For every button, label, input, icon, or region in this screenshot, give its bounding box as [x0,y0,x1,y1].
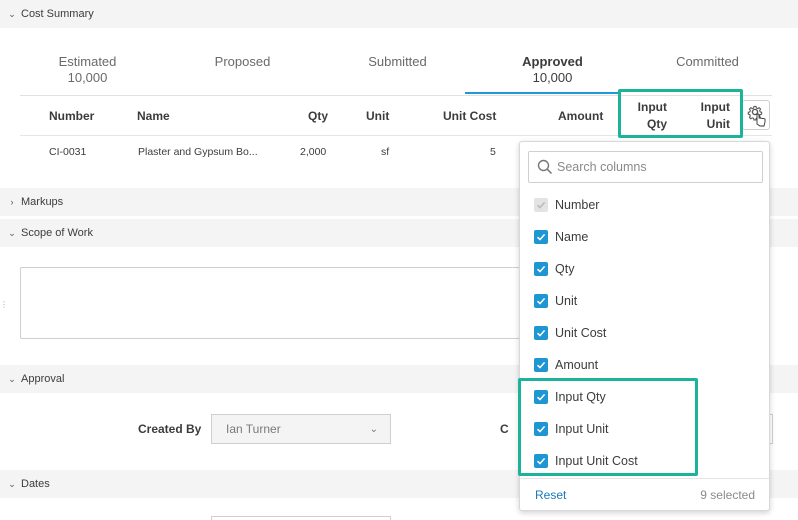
chevron-down-icon: ⌄ [8,478,16,489]
column-header-name[interactable]: Name [137,96,170,136]
tab-submitted[interactable]: Submitted [345,50,450,96]
check-icon [536,361,546,369]
tab-label: Proposed [214,54,271,69]
cell-qty: 2,000 [300,146,327,158]
column-header-unit[interactable]: Unit [366,96,389,136]
column-option-qty[interactable]: Qty [534,259,574,279]
check-icon [536,265,546,273]
tab-label: Committed [676,54,739,69]
checkbox[interactable] [534,358,548,372]
tab-value: 10,000 [67,70,108,85]
search-icon [537,159,553,175]
section-header-cost-summary[interactable]: ⌄ Cost Summary [0,0,798,28]
partial-field-label: C [500,422,509,436]
option-label: Unit [555,294,578,308]
chevron-right-icon: › [10,197,14,207]
dropdown-footer: Reset 9 selected [520,478,769,510]
column-option-amount[interactable]: Amount [534,355,598,375]
date-field[interactable] [211,516,391,520]
chevron-down-icon: ⌄ [8,227,16,238]
section-title: Markups [21,196,64,208]
cell-unit-cost: 5 [490,146,496,158]
tab-value: 10,000 [532,70,573,85]
option-label: Number [555,198,600,212]
checkbox [534,198,548,212]
tab-estimated[interactable]: Estimated 10,000 [35,50,140,96]
section-title: Dates [21,478,50,490]
chevron-down-icon: ⌄ [8,373,16,384]
selected-count: 9 selected [700,487,755,502]
section-title: Approval [21,373,65,385]
chevron-down-icon: ⌄ [369,424,378,435]
search-columns-input[interactable]: Search columns [528,151,763,183]
drag-handle-icon: ⋮ [0,300,8,309]
checkbox[interactable] [534,326,548,340]
column-header-number[interactable]: Number [49,96,94,136]
column-option-unit-cost[interactable]: Unit Cost [534,323,606,343]
search-placeholder: Search columns [557,160,647,174]
highlight-input-options [518,378,698,476]
tab-label: Approved [522,54,583,69]
scope-of-work-textarea[interactable] [20,267,520,339]
check-icon [536,329,546,337]
hand-pointer-icon [756,113,766,127]
section-title: Scope of Work [21,227,93,239]
option-label: Amount [555,358,599,372]
chevron-down-icon: ⌄ [8,8,16,19]
check-icon [536,297,546,305]
checkbox[interactable] [534,230,548,244]
check-icon [536,201,546,209]
tab-label: Submitted [368,54,427,69]
tab-approved[interactable]: Approved 10,000 [500,50,605,96]
cell-number: CI-0031 [49,146,87,158]
gear-icon [747,105,766,127]
column-header-qty[interactable]: Qty [308,96,328,136]
checkbox[interactable] [534,294,548,308]
option-label: Unit Cost [555,326,607,340]
highlight-input-columns [618,89,743,138]
option-label: Name [555,230,589,244]
reset-button[interactable]: Reset [535,488,566,502]
tab-proposed[interactable]: Proposed [190,50,295,96]
column-option-unit[interactable]: Unit [534,291,577,311]
active-tab-indicator [465,92,620,94]
section-title: Cost Summary [21,8,94,20]
created-by-select[interactable]: Ian Turner ⌄ [211,414,391,444]
cell-name: Plaster and Gypsum Bo... [138,146,258,158]
column-header-unit-cost[interactable]: Unit Cost [443,96,496,136]
column-header-amount[interactable]: Amount [558,96,603,136]
column-settings-button[interactable] [742,100,770,130]
column-option-name[interactable]: Name [534,227,588,247]
column-option-number: Number [534,195,599,215]
cell-unit: sf [381,146,390,158]
checkbox[interactable] [534,262,548,276]
created-by-value: Ian Turner [226,422,281,436]
check-icon [536,233,546,241]
tab-label: Estimated [58,54,117,69]
option-label: Qty [555,262,575,276]
created-by-label: Created By [138,422,202,436]
